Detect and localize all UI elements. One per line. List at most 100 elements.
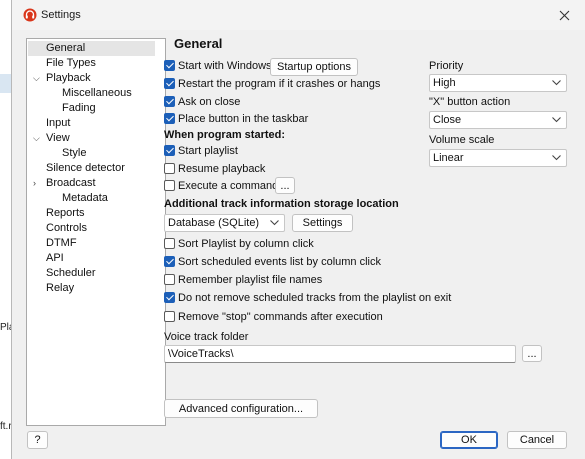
select-value: Close [433,114,462,126]
title-bar: Settings [12,0,585,30]
checkbox-box[interactable] [164,180,175,191]
tree-item-label: General [46,42,86,54]
tree-item-label: Style [62,147,87,159]
checkbox-box[interactable] [164,145,175,156]
tree-item-input[interactable]: Input [46,116,70,131]
checkbox-label: Start playlist [178,144,238,157]
tree-item-label: Relay [46,282,75,294]
remove-stop-checkbox[interactable]: Remove "stop" commands after execution [164,309,383,324]
chevron-right-icon[interactable]: › [33,176,43,191]
tree-item-label: View [46,132,70,144]
checkbox-box[interactable] [164,60,175,71]
tree-item-api[interactable]: API [46,251,64,266]
resume-playback-checkbox[interactable]: Resume playback [164,161,265,176]
tree-item-general[interactable]: General [28,41,155,56]
execute-command-browse-button[interactable]: ... [275,177,295,194]
volume-scale-label: Volume scale [429,134,495,146]
tree-item-controls[interactable]: Controls [46,221,87,236]
tree-item-label: Scheduler [46,267,96,279]
checkbox-box[interactable] [164,163,175,174]
checkbox-label: Resume playback [178,162,266,175]
tree-item-label: API [46,252,64,264]
checkbox-box[interactable] [164,78,175,89]
voice-track-browse-button[interactable]: ... [522,345,542,362]
checkbox-box[interactable] [164,274,175,285]
ask-on-close-checkbox[interactable]: Ask on close [164,94,240,109]
chevron-expand-icon[interactable]: ⌵ [33,71,43,86]
when-started-heading: When program started: [164,129,286,141]
start-playlist-checkbox[interactable]: Start playlist [164,143,238,158]
tree-item-broadcast[interactable]: Broadcast [46,176,96,191]
settings-tree[interactable]: General File Types ⌵ Playback Miscellane… [26,38,166,426]
checkbox-box[interactable] [164,96,175,107]
checkbox-label: Remove "stop" commands after execution [178,310,383,323]
x-button-action-select[interactable]: Close [429,111,567,129]
select-value: Linear [433,152,464,164]
tree-item-scheduler[interactable]: Scheduler [46,266,96,281]
voice-track-folder-label: Voice track folder [164,331,249,343]
checkbox-label: Start with Windows [178,59,272,72]
checkbox-label: Sort scheduled events list by column cli… [178,255,381,268]
storage-settings-button[interactable]: Settings [292,214,353,232]
checkbox-box[interactable] [164,256,175,267]
checkbox-box[interactable] [164,292,175,303]
chevron-down-icon [551,75,561,91]
storage-location-heading: Additional track information storage loc… [164,198,399,210]
checkbox-label: Execute a command [178,179,279,192]
tree-item-label: Broadcast [46,177,96,189]
tree-item-file-types[interactable]: File Types [46,56,96,71]
x-button-action-label: "X" button action [429,96,511,108]
place-button-taskbar-checkbox[interactable]: Place button in the taskbar [164,111,308,126]
checkbox-label: Do not remove scheduled tracks from the … [178,291,452,304]
chevron-down-icon [551,150,561,166]
window-title: Settings [41,9,81,21]
tree-item-metadata[interactable]: Metadata [62,191,108,206]
restart-on-crash-checkbox[interactable]: Restart the program if it crashes or han… [164,76,380,91]
section-title: General [174,36,223,51]
checkbox-label: Place button in the taskbar [178,112,309,125]
volume-scale-select[interactable]: Linear [429,149,567,167]
tree-item-reports[interactable]: Reports [46,206,85,221]
tree-item-miscellaneous[interactable]: Miscellaneous [62,86,132,101]
tree-item-label: Playback [46,72,91,84]
help-button[interactable]: ? [27,431,48,449]
select-value: High [433,77,456,89]
background-text: ft.r [0,421,12,432]
chevron-down-icon [269,215,279,231]
priority-select[interactable]: High [429,74,567,92]
tree-item-view[interactable]: View [46,131,70,146]
checkbox-label: Remember playlist file names [178,273,323,286]
start-with-windows-checkbox[interactable]: Start with Windows [164,58,272,73]
tree-item-dtmf[interactable]: DTMF [46,236,77,251]
tree-item-label: Reports [46,207,85,219]
tree-item-label: Metadata [62,192,108,204]
tree-item-relay[interactable]: Relay [46,281,74,296]
tree-item-fading[interactable]: Fading [62,101,96,116]
checkbox-label: Ask on close [178,95,241,108]
execute-command-checkbox[interactable]: Execute a command [164,178,278,193]
tree-item-label: DTMF [46,237,77,249]
checkbox-box[interactable] [164,311,175,322]
no-remove-scheduled-checkbox[interactable]: Do not remove scheduled tracks from the … [164,290,451,305]
close-button[interactable] [550,4,578,26]
sort-playlist-checkbox[interactable]: Sort Playlist by column click [164,236,314,251]
chevron-expand-icon[interactable]: ⌵ [33,131,43,146]
startup-options-button[interactable]: Startup options [270,58,358,76]
storage-location-select[interactable]: Database (SQLite) [164,214,285,232]
tree-item-label: File Types [46,57,96,69]
cancel-button[interactable]: Cancel [507,431,567,449]
checkbox-box[interactable] [164,238,175,249]
chevron-down-icon [551,112,561,128]
tree-item-style[interactable]: Style [62,146,86,161]
tree-item-silence-detector[interactable]: Silence detector [46,161,125,176]
select-value: Database (SQLite) [168,217,260,229]
sort-scheduled-checkbox[interactable]: Sort scheduled events list by column cli… [164,254,381,269]
tree-item-label: Controls [46,222,87,234]
checkbox-box[interactable] [164,113,175,124]
tree-item-playback[interactable]: Playback [46,71,91,86]
voice-track-folder-input[interactable]: \VoiceTracks\ [164,345,516,363]
ok-button[interactable]: OK [440,431,498,449]
advanced-configuration-button[interactable]: Advanced configuration... [164,399,318,418]
remember-names-checkbox[interactable]: Remember playlist file names [164,272,322,287]
settings-window: Settings General File Types ⌵ Playback M… [11,0,585,459]
